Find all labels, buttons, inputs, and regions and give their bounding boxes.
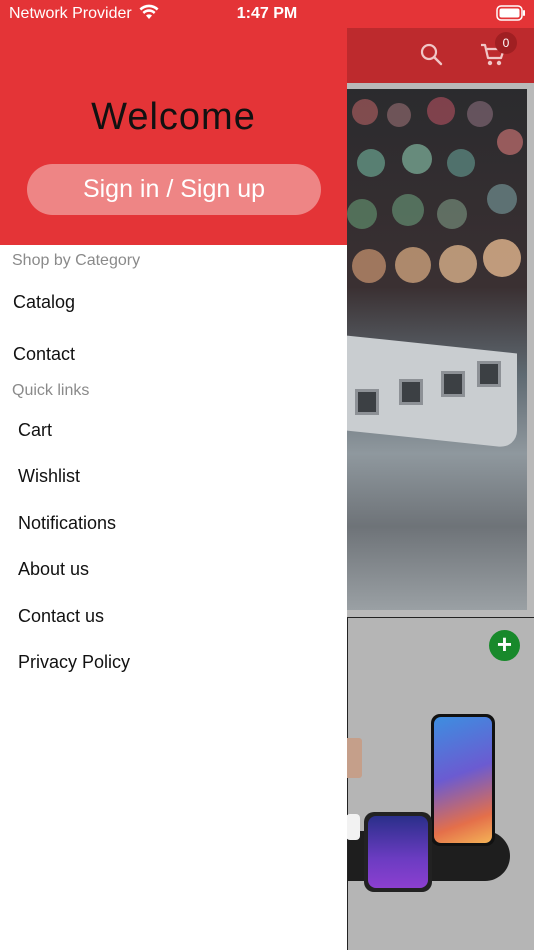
bokeh-light xyxy=(357,149,385,177)
bokeh-light xyxy=(447,149,475,177)
welcome-title: Welcome xyxy=(91,96,256,138)
menu-item-notifications[interactable]: Notifications xyxy=(18,513,116,534)
shop-by-category-title: Shop by Category xyxy=(12,252,141,269)
usb-port xyxy=(399,379,423,405)
bokeh-light xyxy=(392,194,424,226)
status-bar: Network Provider 1:47 PM xyxy=(0,0,534,28)
bokeh-light xyxy=(427,97,455,125)
bokeh-light xyxy=(437,199,467,229)
drawer-header: Welcome Sign in / Sign up xyxy=(0,28,347,245)
menu-item-wishlist[interactable]: Wishlist xyxy=(18,466,80,487)
bokeh-light xyxy=(347,199,377,229)
side-drawer: Welcome Sign in / Sign up Shop by Catego… xyxy=(0,28,347,950)
cart-count-badge: 0 xyxy=(495,32,517,54)
phone-image xyxy=(431,714,495,846)
bokeh-light xyxy=(487,184,517,214)
earbuds-image xyxy=(346,814,360,840)
quick-links-title: Quick links xyxy=(12,382,90,399)
bokeh-light xyxy=(467,101,493,127)
battery-icon xyxy=(496,5,526,21)
bokeh-light xyxy=(402,144,432,174)
menu-item-contact-us[interactable]: Contact us xyxy=(18,606,104,627)
bokeh-light xyxy=(387,103,411,127)
product-card[interactable]: + xyxy=(344,617,534,950)
status-time: 1:47 PM xyxy=(236,5,298,22)
bokeh-light xyxy=(497,129,523,155)
menu-item-catalog[interactable]: Catalog xyxy=(13,292,75,313)
signin-signup-button[interactable]: Sign in / Sign up xyxy=(27,164,321,215)
menu-item-contact[interactable]: Contact xyxy=(13,344,75,365)
usb-port xyxy=(441,371,465,397)
search-icon[interactable] xyxy=(419,42,443,71)
app-header: 0 xyxy=(347,28,534,83)
phone-image xyxy=(364,812,432,892)
menu-item-cart[interactable]: Cart xyxy=(18,420,52,441)
usb-port xyxy=(477,361,501,387)
usb-port xyxy=(355,389,379,415)
plus-icon[interactable]: + xyxy=(489,630,520,661)
menu-item-privacy-policy[interactable]: Privacy Policy xyxy=(18,652,130,673)
menu-item-about-us[interactable]: About us xyxy=(18,559,89,580)
bokeh-light xyxy=(483,239,521,277)
bokeh-light xyxy=(395,247,431,283)
bokeh-light xyxy=(352,99,378,125)
bokeh-light xyxy=(352,249,386,283)
bokeh-light xyxy=(439,245,477,283)
promo-banner-image[interactable] xyxy=(347,89,527,610)
